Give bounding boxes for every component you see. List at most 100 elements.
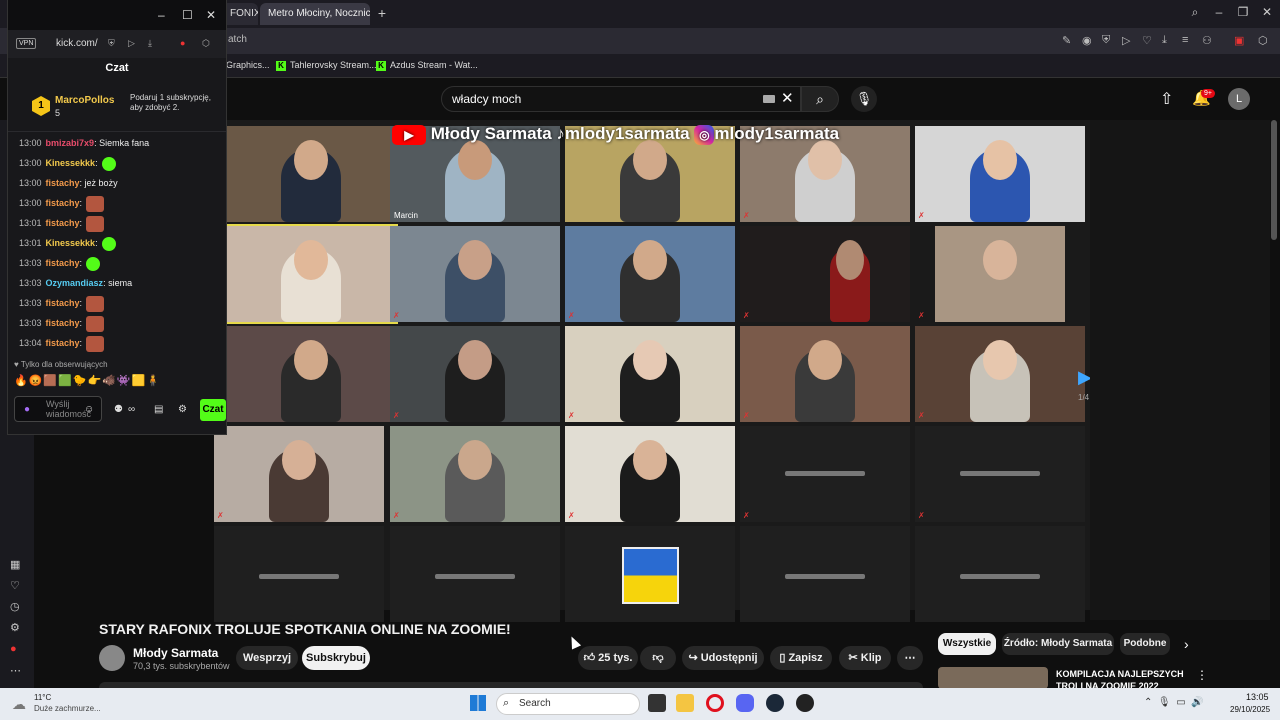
extension-icon[interactable]: ● <box>180 38 185 48</box>
support-button[interactable]: Wesprzyj <box>236 646 298 670</box>
system-tray[interactable]: ⌃ 🎙 ▭ 🔊 <box>1144 697 1204 708</box>
more-vert-icon[interactable]: ⋮ <box>1196 668 1208 682</box>
discord-icon[interactable] <box>736 694 754 712</box>
chip-all[interactable]: Wszystkie <box>938 633 996 655</box>
message-username[interactable]: Kinessekkk <box>46 158 96 168</box>
more-icon[interactable]: ⋯ <box>10 664 21 677</box>
recommended-thumbnail[interactable] <box>938 667 1048 689</box>
emoji-icon[interactable]: ☺ <box>84 404 94 415</box>
vpn-badge[interactable]: VPN <box>16 38 37 49</box>
close-icon[interactable]: ✕ <box>1256 5 1278 19</box>
chat-message[interactable]: 13:04 fistachy: <box>19 334 105 352</box>
upload-icon[interactable]: ⇧ <box>1160 89 1173 109</box>
video-player[interactable]: Marcin ✗ ✗ ✗ ✗ ✗ ✗ ✗ ✗ ✗ ✗ ✗ ✗ ✗ ✗ ✗ <box>214 120 1090 622</box>
file-explorer-icon[interactable] <box>676 694 694 712</box>
message-username[interactable]: bmizabi7x9 <box>46 138 95 148</box>
shield-icon[interactable]: ⛨ <box>108 38 115 49</box>
chat-message[interactable]: 13:00 fistachy: <box>19 194 105 212</box>
edit-icon[interactable]: ✎ <box>1062 34 1071 47</box>
message-username[interactable]: fistachy <box>46 318 80 328</box>
clock-date[interactable]: 29/10/2025 <box>1230 705 1270 714</box>
save-button[interactable]: ▯ Zapisz <box>770 646 832 670</box>
share-button[interactable]: ↪ Udostępnij <box>682 646 764 670</box>
keyboard-icon[interactable] <box>763 95 775 103</box>
restore-icon[interactable]: ❐ <box>1232 5 1254 19</box>
message-username[interactable]: fistachy <box>46 338 80 348</box>
voice-search-button[interactable]: 🎙 <box>851 86 877 112</box>
emote-bar[interactable]: 🔥😡🟫🟩🐤👉🐗👾🟨🧍 <box>14 374 161 387</box>
close-icon[interactable]: ✕ <box>206 8 216 22</box>
clock-time[interactable]: 13:05 <box>1246 692 1269 702</box>
extension-icon[interactable]: ▣ <box>1234 34 1244 47</box>
clip-button[interactable]: ✂ Klip <box>839 646 891 670</box>
pinned-username[interactable]: MarcoPollos <box>55 95 114 106</box>
browser-tab-active[interactable]: Metro Młociny, Nocznicki <box>260 3 370 25</box>
search-value[interactable]: władcy moch <box>452 92 521 106</box>
message-username[interactable]: fistachy <box>46 258 80 268</box>
play-icon[interactable]: ▷ <box>1122 34 1130 47</box>
points-icon[interactable]: ⚉ <box>114 404 123 415</box>
settings-icon[interactable]: ⚙ <box>178 404 187 415</box>
opera-icon[interactable] <box>706 694 724 712</box>
steam-icon[interactable] <box>766 694 784 712</box>
obs-icon[interactable] <box>796 694 814 712</box>
like-button[interactable]: 👍︎ 25 tys. <box>578 646 638 670</box>
heart-icon[interactable]: ♡ <box>1142 34 1152 47</box>
history-icon[interactable]: ◷ <box>10 600 20 613</box>
play-icon[interactable]: ▷ <box>128 38 135 49</box>
chevron-right-icon[interactable]: › <box>1184 636 1189 652</box>
camera-icon[interactable]: ◉ <box>1082 34 1092 47</box>
menu-icon[interactable]: ≡ <box>1182 34 1188 46</box>
account-avatar[interactable]: L <box>1228 88 1250 110</box>
mic-icon[interactable]: ● <box>24 404 30 415</box>
minimize-icon[interactable]: – <box>158 8 165 22</box>
apps-icon[interactable]: ▦ <box>10 558 20 571</box>
message-username[interactable]: Kinessekkk <box>46 238 96 248</box>
weather-desc[interactable]: Duże zachmurze... <box>34 704 101 713</box>
message-username[interactable]: fistachy <box>46 218 80 228</box>
weather-temp[interactable]: 11°C <box>34 693 51 702</box>
store-icon[interactable]: ▤ <box>154 404 163 415</box>
chat-message[interactable]: 13:03 Ozymandiasz: siema <box>19 274 132 292</box>
clear-search-icon[interactable]: ✕ <box>781 89 794 107</box>
subscribe-button[interactable]: Subskrybuj <box>302 646 370 670</box>
more-actions-button[interactable]: ⋯ <box>897 646 923 670</box>
message-username[interactable]: fistachy <box>46 198 80 208</box>
restore-icon[interactable]: ☐ <box>182 8 193 22</box>
dislike-button[interactable]: 👎︎ <box>640 646 676 670</box>
chat-message[interactable]: 13:00 Kinessekkk: <box>19 154 116 172</box>
bookmark-item[interactable]: K Azdus Stream - Wat... <box>376 60 478 71</box>
download-icon[interactable]: ⤓ <box>148 38 152 49</box>
chip-related[interactable]: Podobne <box>1120 633 1170 655</box>
chat-message[interactable]: 13:00 fistachy: jeż boży <box>19 174 118 192</box>
bookmark-item[interactable]: Graphics... <box>226 60 270 70</box>
profile-icon[interactable]: ⚇ <box>1202 34 1212 47</box>
search-tabs-icon[interactable]: ⌕ <box>1184 5 1206 20</box>
start-button[interactable] <box>470 695 486 711</box>
send-chat-button[interactable]: Czat <box>200 399 226 421</box>
browser-tab[interactable]: FONIX <box>222 3 258 25</box>
gift-message[interactable]: Podaruj 1 subskrypcję, aby zdobyć 2. <box>130 93 222 113</box>
chat-message[interactable]: 13:03 fistachy: <box>19 254 101 272</box>
cloud-icon[interactable]: ☁ <box>12 696 26 713</box>
bookmark-item[interactable]: K Tahlerovsky Stream... <box>276 60 377 71</box>
new-tab-icon[interactable]: + <box>374 5 390 21</box>
extension-icon[interactable]: ● <box>10 643 17 655</box>
message-username[interactable]: fistachy <box>46 298 80 308</box>
chat-message[interactable]: 13:03 fistachy: <box>19 294 105 312</box>
cube-icon[interactable]: ⬡ <box>1258 34 1268 47</box>
channel-avatar[interactable] <box>99 645 125 671</box>
chat-message[interactable]: 13:03 fistachy: <box>19 314 105 332</box>
message-username[interactable]: fistachy <box>46 178 80 188</box>
message-username[interactable]: Ozymandiasz <box>46 278 104 288</box>
chat-message[interactable]: 13:01 Kinessekkk: <box>19 234 116 252</box>
chip-source[interactable]: Źródło: Młody Sarmata <box>1002 633 1114 655</box>
search-button[interactable]: ⌕ <box>801 86 839 112</box>
address-text[interactable]: atch <box>228 34 247 45</box>
infinity-icon[interactable]: ∞ <box>128 404 135 415</box>
settings-icon[interactable]: ⚙ <box>10 621 20 634</box>
taskbar-search-label[interactable]: Search <box>519 698 551 709</box>
chat-message[interactable]: 13:00 bmizabi7x9: Siemka fana <box>19 134 149 152</box>
download-icon[interactable]: ⤓ <box>1162 34 1167 47</box>
scrollbar[interactable] <box>1271 120 1277 240</box>
